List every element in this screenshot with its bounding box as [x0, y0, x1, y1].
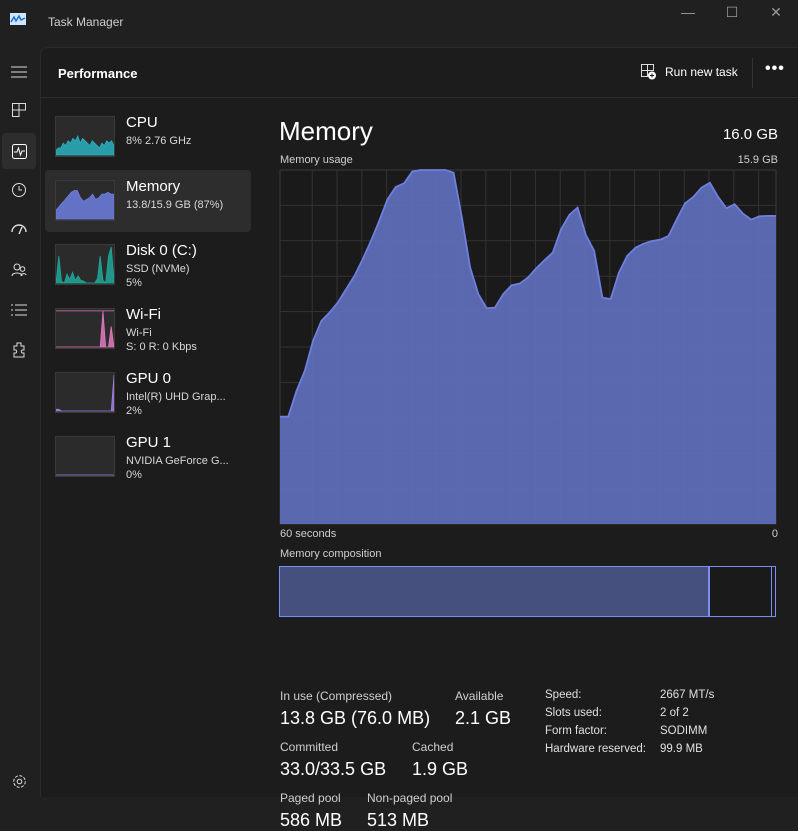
device-detail-2: S: 0 R: 0 Kbps	[126, 341, 197, 353]
x-axis-right-label: 0	[772, 528, 778, 540]
device-detail: 8% 2.76 GHz	[126, 135, 191, 147]
users-icon[interactable]	[2, 252, 36, 288]
task-manager-logo-icon	[10, 13, 26, 25]
non-paged-pool-value: 513 MB	[367, 810, 429, 831]
spec-value: 2667 MT/s	[660, 689, 714, 701]
available-label: Available	[455, 689, 503, 703]
device-name: Wi-Fi	[126, 306, 161, 323]
device-name: Disk 0 (C:)	[126, 242, 197, 259]
spec-value: SODIMM	[660, 725, 707, 737]
title-bar: Task Manager — ☐ ✕	[0, 0, 798, 47]
total-memory: 16.0 GB	[723, 126, 778, 143]
close-button[interactable]: ✕	[764, 4, 788, 20]
device-detail: SSD (NVMe)	[126, 263, 190, 275]
in-use-value: 13.8 GB (76.0 MB)	[280, 708, 430, 729]
device-thumbnail-graph	[55, 116, 115, 157]
run-new-task-button[interactable]: Run new task	[641, 64, 738, 80]
x-axis-left-label: 60 seconds	[280, 528, 336, 540]
device-detail: 13.8/15.9 GB (87%)	[126, 199, 223, 211]
page-title: Performance	[58, 66, 137, 81]
composition-in-use	[280, 567, 710, 616]
spec-label: Form factor:	[545, 725, 607, 737]
thumbnail-area	[56, 191, 114, 220]
details-icon[interactable]	[2, 292, 36, 328]
minimize-button[interactable]: —	[676, 4, 700, 20]
available-value: 2.1 GB	[455, 708, 511, 729]
spec-value: 99.9 MB	[660, 743, 703, 755]
committed-value: 33.0/33.5 GB	[280, 759, 386, 780]
spec-label: Hardware reserved:	[545, 743, 646, 755]
device-thumbnail-graph	[55, 436, 115, 477]
composition-standby	[710, 567, 772, 616]
thumbnail-area	[56, 375, 114, 411]
memory-composition-bar	[279, 566, 776, 617]
header: Performance Run new task •••	[41, 48, 798, 98]
non-paged-pool-label: Non-paged pool	[367, 791, 452, 805]
more-options-button[interactable]: •••	[765, 60, 785, 78]
device-detail: Wi-Fi	[126, 327, 152, 339]
device-detail: Intel(R) UHD Grap...	[126, 391, 226, 403]
run-task-icon	[641, 64, 657, 80]
device-name: GPU 1	[126, 434, 171, 451]
memory-usage-chart	[279, 169, 777, 525]
main-panel: Performance Run new task ••• CPU 8% 2.76…	[40, 47, 798, 797]
settings-icon[interactable]	[2, 763, 36, 799]
device-name: GPU 0	[126, 370, 171, 387]
device-name: Memory	[126, 178, 180, 195]
maximize-button[interactable]: ☐	[720, 4, 744, 20]
hamburger-icon[interactable]	[2, 54, 36, 90]
cached-label: Cached	[412, 740, 453, 754]
thumbnail-area	[56, 136, 114, 155]
device-item-memory[interactable]: Memory 13.8/15.9 GB (87%)	[45, 170, 251, 232]
cached-value: 1.9 GB	[412, 759, 468, 780]
committed-label: Committed	[280, 740, 338, 754]
startup-apps-icon[interactable]	[2, 212, 36, 248]
device-item-wi-fi[interactable]: Wi-Fi Wi-Fi S: 0 R: 0 Kbps	[45, 298, 251, 360]
device-detail: NVIDIA GeForce G...	[126, 455, 229, 467]
window-title: Task Manager	[48, 15, 123, 29]
device-list: CPU 8% 2.76 GHz Memory 13.8/15.9 GB (87%…	[45, 106, 251, 490]
services-icon[interactable]	[2, 332, 36, 368]
usage-max: 15.9 GB	[738, 154, 778, 166]
device-detail-2: 5%	[126, 277, 142, 289]
device-thumbnail-graph	[55, 244, 115, 285]
divider	[752, 58, 753, 88]
device-item-cpu[interactable]: CPU 8% 2.76 GHz	[45, 106, 251, 168]
in-use-label: In use (Compressed)	[280, 689, 392, 703]
paged-pool-label: Paged pool	[280, 791, 341, 805]
paged-pool-value: 586 MB	[280, 810, 342, 831]
nav-rail	[0, 47, 40, 797]
app-history-icon[interactable]	[2, 172, 36, 208]
device-detail-2: 2%	[126, 405, 142, 417]
device-thumbnail-graph	[55, 308, 115, 349]
device-detail-2: 0%	[126, 469, 142, 481]
spec-value: 2 of 2	[660, 707, 689, 719]
run-new-task-label: Run new task	[665, 65, 738, 79]
thumbnail-area	[56, 311, 114, 347]
spec-label: Slots used:	[545, 707, 602, 719]
usage-label: Memory usage	[280, 154, 353, 166]
device-item-disk-0-c[interactable]: Disk 0 (C:) SSD (NVMe) 5%	[45, 234, 251, 296]
composition-label: Memory composition	[280, 548, 381, 560]
processes-icon[interactable]	[2, 92, 36, 128]
performance-icon[interactable]	[2, 133, 36, 169]
device-name: CPU	[126, 114, 158, 131]
section-title: Memory	[279, 116, 373, 147]
spec-label: Speed:	[545, 689, 581, 701]
device-thumbnail-graph	[55, 372, 115, 413]
device-item-gpu-0[interactable]: GPU 0 Intel(R) UHD Grap... 2%	[45, 362, 251, 424]
device-thumbnail-graph	[55, 180, 115, 221]
thumbnail-area	[56, 247, 114, 283]
device-item-gpu-1[interactable]: GPU 1 NVIDIA GeForce G... 0%	[45, 426, 251, 488]
